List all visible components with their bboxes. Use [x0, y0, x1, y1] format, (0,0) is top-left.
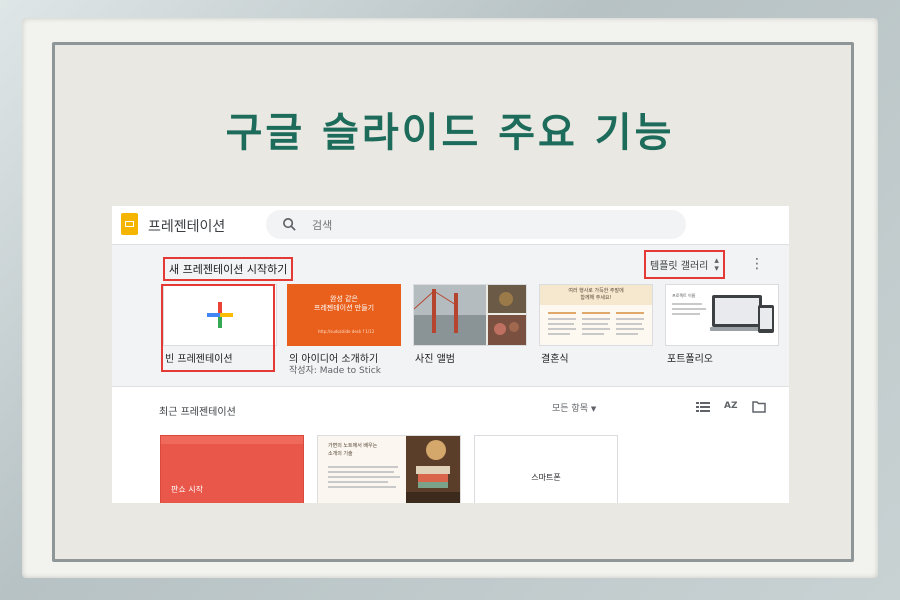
template-thumb-footer: http://sudo/slide deck f 1/12: [318, 329, 375, 334]
template-pitch[interactable]: 완성 같은 프레젠테이션 만들기 http://sudo/slide deck …: [287, 284, 401, 346]
template-portfolio[interactable]: 프로젝트 이름: [665, 284, 779, 346]
slides-logo-icon[interactable]: [121, 213, 138, 235]
owner-filter-dropdown[interactable]: 모든 항목 ▼: [552, 401, 596, 414]
template-thumb-title: 여러 행사로 가득한 주말에 함께해 주세요!: [568, 288, 624, 301]
sort-az-icon[interactable]: AZ: [724, 401, 738, 413]
template-author: 작성자: Made to Stick: [289, 366, 381, 376]
photo-album-thumbnail: [414, 285, 526, 345]
template-label-blank: 빈 프레젠테이션: [165, 354, 233, 365]
recent-doc-card[interactable]: 가변의 노트에서 배우는 소개의 기술: [317, 435, 461, 503]
start-new-presentation-label: 새 프레젠테이션 시작하기: [163, 257, 294, 281]
template-label-wedding: 결혼식: [541, 354, 569, 365]
search-icon[interactable]: [282, 217, 297, 232]
expand-collapse-icon: ▴ ▾: [714, 255, 719, 274]
template-label-portfolio: 포트폴리오: [667, 354, 713, 365]
template-label-photo-album: 사진 앨범: [415, 354, 455, 365]
recent-presentations-title: 최근 프레젠테이션: [159, 407, 236, 418]
template-wedding[interactable]: 여러 행사로 가득한 주말에 함께해 주세요!: [539, 284, 653, 346]
template-photo-album[interactable]: [413, 284, 527, 346]
template-thumb-title: 프로젝트 이름: [672, 293, 696, 298]
more-options-icon[interactable]: ⋮: [750, 257, 764, 271]
page-headline: 구글 슬라이드 주요 기능: [225, 110, 675, 156]
recent-doc-title: 판쇼 시작: [171, 485, 203, 494]
laptop-phone-icon: [710, 295, 774, 333]
slides-home-screenshot: 프레젠테이션 새 프레젠테이션 시작하기 템플릿 갤러리 ▴▾ ⋮ 빈 프레젠테…: [112, 206, 789, 503]
recent-doc-card[interactable]: 스마트폰: [474, 435, 618, 503]
owner-filter-label: 모든 항목: [552, 404, 588, 414]
template-gallery-label: 템플릿 갤러리: [650, 261, 709, 272]
recent-doc-title: 가변의 노트에서 배우는 소개의 기술: [328, 443, 378, 457]
folder-icon[interactable]: [752, 401, 766, 413]
template-thumb-title: 완성 같은 프레젠테이션 만들기: [313, 295, 375, 312]
template-gallery-button[interactable]: 템플릿 갤러리 ▴ ▾: [644, 250, 725, 279]
dropdown-arrow-icon: ▼: [590, 405, 597, 413]
recent-doc-card[interactable]: 판쇼 시작: [160, 435, 304, 503]
app-title: 프레젠테이션: [148, 219, 226, 235]
top-bar: 프레젠테이션: [112, 206, 789, 245]
desk-photo-thumbnail: [406, 436, 460, 503]
search-input[interactable]: [310, 216, 614, 235]
recent-doc-title: 스마트폰: [531, 473, 561, 482]
list-view-icon[interactable]: [696, 401, 710, 413]
search-bar[interactable]: [266, 210, 686, 239]
